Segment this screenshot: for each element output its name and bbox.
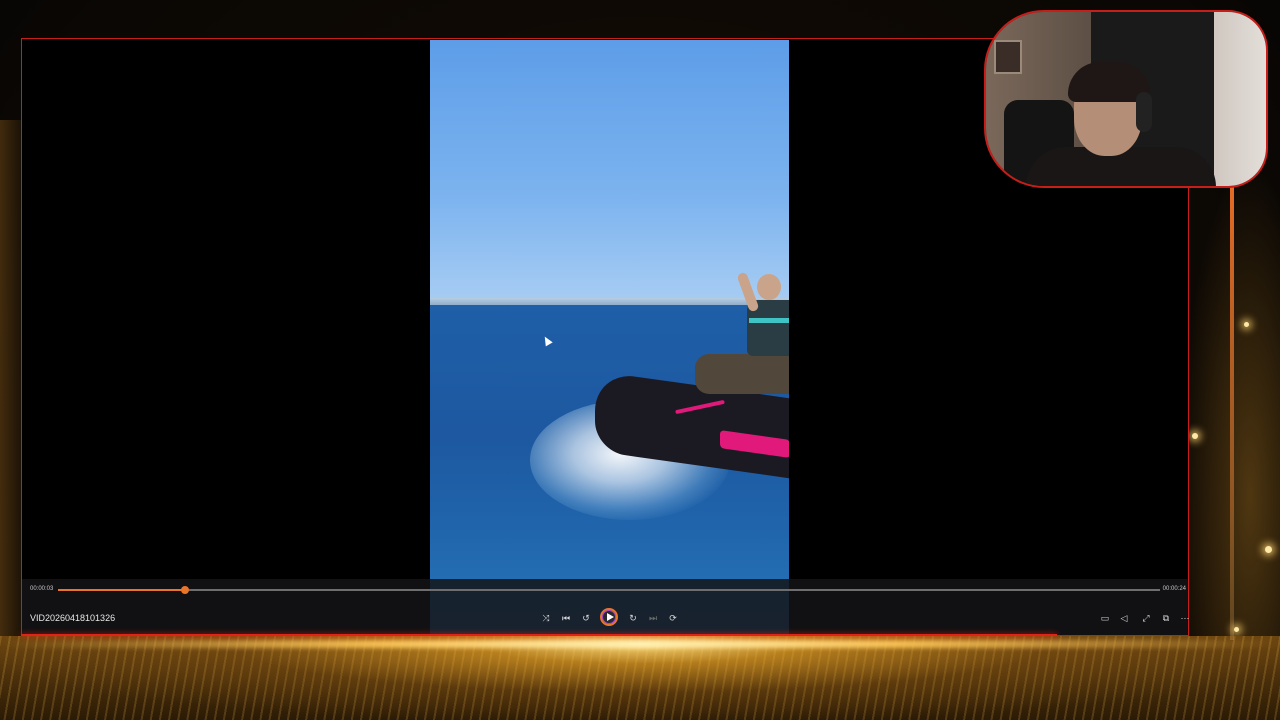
volume-icon[interactable]: ◁ <box>1117 612 1131 624</box>
webcam-accent-line <box>1230 180 1234 640</box>
shuffle-icon[interactable]: ⤨ <box>539 612 553 624</box>
gold-glow-line <box>0 640 1280 648</box>
more-icon[interactable]: ⋯ <box>1178 612 1192 624</box>
rider <box>695 268 789 394</box>
miniplayer-icon[interactable]: ▭ <box>1098 612 1112 624</box>
previous-icon[interactable]: ⏮ <box>559 612 573 624</box>
next-icon[interactable]: ⏭ <box>646 612 660 624</box>
rewind-10-icon[interactable]: ↺ <box>579 612 593 624</box>
total-time: 00:00:24 <box>1162 586 1186 592</box>
frame-underline <box>21 634 1057 636</box>
sparkle <box>1192 433 1198 439</box>
webcam-wall-right <box>1214 12 1266 186</box>
sparkle <box>1234 627 1239 632</box>
sparkle <box>1244 322 1249 327</box>
sparkle <box>1265 546 1272 553</box>
seek-bar[interactable] <box>58 586 1160 594</box>
fullscreen-icon[interactable]: ⤢ <box>1139 612 1153 624</box>
play-button[interactable] <box>600 608 618 626</box>
repeat-icon[interactable]: ⟳ <box>666 612 680 624</box>
video-frame[interactable] <box>430 40 789 634</box>
play-icon <box>606 613 614 621</box>
video-sky <box>430 40 789 305</box>
rider-vest-band <box>749 318 789 323</box>
headset-icon <box>1136 92 1152 132</box>
file-name: VID20260418101326 <box>30 613 116 623</box>
webcam-overlay <box>984 10 1268 188</box>
webcam-picture-frame <box>994 40 1022 74</box>
seek-bar-thumb[interactable] <box>180 586 189 594</box>
rider-legs <box>695 354 789 394</box>
seek-bar-fill <box>58 589 185 591</box>
control-bar: 00:00:03 00:00:24 VID20260418101326 ⤨ ⏮ … <box>22 579 1190 635</box>
rider-head <box>757 274 781 300</box>
forward-30-icon[interactable]: ↻ <box>626 612 640 624</box>
gold-particle-floor <box>0 636 1280 720</box>
current-time: 00:00:03 <box>30 586 54 592</box>
rider-arm <box>736 271 760 313</box>
cast-icon[interactable]: ⧉ <box>1159 612 1173 624</box>
